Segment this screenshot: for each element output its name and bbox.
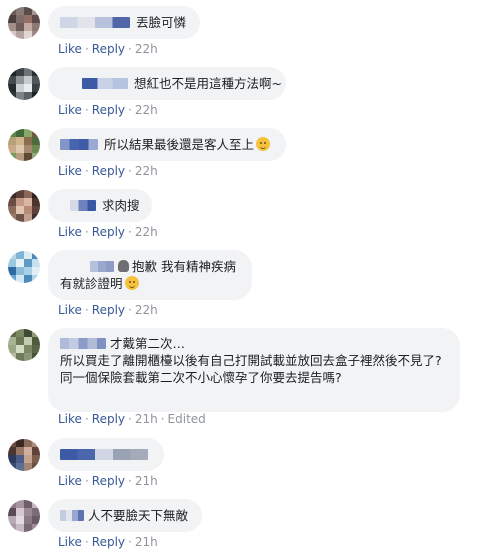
- separator: ·: [128, 164, 132, 178]
- comment-actions: Like · Reply · 21h · Edited: [58, 412, 206, 426]
- comment-bubble: 才戴第二次… 所以買走了離開櫃檯以後有自己打開試載並放回去盒子裡然後不見了? 同…: [48, 328, 460, 412]
- separator: ·: [84, 535, 89, 549]
- edited-label[interactable]: Edited: [168, 412, 206, 426]
- timestamp[interactable]: 22h: [135, 303, 158, 317]
- comment-text: 才戴第二次…: [110, 336, 186, 351]
- timestamp[interactable]: 22h: [135, 42, 158, 56]
- comment-actions: Like · Reply · 22h: [58, 164, 158, 178]
- avatar[interactable]: [8, 500, 40, 532]
- pensive-face-emoji: [256, 137, 271, 151]
- comment-line: 才戴第二次…: [60, 335, 448, 352]
- separator: ·: [84, 164, 89, 178]
- relieved-face-emoji: [124, 276, 139, 290]
- separator: ·: [128, 42, 132, 56]
- comment-text: 人不要臉天下無敵: [88, 508, 189, 523]
- comment-actions: Like · Reply · 22h: [58, 303, 158, 317]
- comment-actions: Like · Reply · 21h: [58, 474, 158, 488]
- comment-bubble: [48, 438, 164, 471]
- commenter-name-blurred[interactable]: [60, 510, 84, 521]
- commenter-name-blurred[interactable]: [90, 261, 114, 272]
- comment-text: 有就診證明: [60, 276, 123, 291]
- separator: ·: [84, 42, 89, 56]
- separator: ·: [128, 303, 132, 317]
- reply-link[interactable]: Reply: [92, 474, 125, 488]
- reply-link[interactable]: Reply: [92, 225, 125, 239]
- comment-bubble: 想紅也不是用這種方法啊~: [48, 67, 286, 100]
- timestamp[interactable]: 21h: [135, 474, 158, 488]
- separator: ·: [128, 225, 132, 239]
- comment-text: 求肉搜: [102, 198, 140, 213]
- timestamp[interactable]: 22h: [135, 225, 158, 239]
- comment-actions: Like · Reply · 22h: [58, 103, 158, 117]
- like-link[interactable]: Like: [58, 412, 82, 426]
- avatar[interactable]: [8, 7, 40, 39]
- separator: ·: [84, 303, 89, 317]
- commenter-name-blurred[interactable]: [60, 139, 98, 150]
- timestamp[interactable]: 22h: [135, 164, 158, 178]
- commenter-name-blurred[interactable]: [70, 200, 96, 211]
- comment-text: 丟臉可憐: [136, 15, 187, 30]
- like-link[interactable]: Like: [58, 103, 82, 117]
- comment-line: 抱歉 我有精神疾病: [60, 258, 240, 275]
- comment-actions: Like · Reply · 22h: [58, 225, 158, 239]
- separator: ·: [128, 474, 132, 488]
- timestamp[interactable]: 22h: [135, 103, 158, 117]
- comment-actions: Like · Reply · 21h: [58, 535, 158, 549]
- separator: ·: [84, 412, 89, 426]
- separator: ·: [160, 412, 165, 426]
- separator: ·: [128, 103, 132, 117]
- like-link[interactable]: Like: [58, 535, 82, 549]
- avatar[interactable]: [8, 439, 40, 471]
- commenter-name-blurred[interactable]: [82, 78, 128, 89]
- comment-line: 有就診證明: [60, 275, 240, 292]
- separator: ·: [128, 412, 132, 426]
- comment-text: 想紅也不是用這種方法啊~: [134, 76, 282, 91]
- raised-hand-icon: [118, 260, 129, 272]
- avatar[interactable]: [8, 68, 40, 100]
- avatar[interactable]: [8, 251, 40, 283]
- comment-text: 所以結果最後還是客人至上: [104, 137, 255, 152]
- reply-link[interactable]: Reply: [92, 535, 125, 549]
- comment-actions: Like · Reply · 22h: [58, 42, 158, 56]
- like-link[interactable]: Like: [58, 303, 82, 317]
- comment-bubble: 求肉搜: [48, 189, 152, 222]
- commenter-name-blurred[interactable]: [60, 17, 130, 28]
- like-link[interactable]: Like: [58, 474, 82, 488]
- reply-link[interactable]: Reply: [92, 103, 125, 117]
- separator: ·: [84, 225, 89, 239]
- comment-text: 所以買走了離開櫃檯以後有自己打開試載並放回去盒子裡然後不見了?: [60, 353, 442, 368]
- like-link[interactable]: Like: [58, 42, 82, 56]
- timestamp[interactable]: 21h: [135, 535, 158, 549]
- separator: ·: [84, 474, 89, 488]
- comment-bubble: 丟臉可憐: [48, 6, 200, 39]
- reply-link[interactable]: Reply: [92, 303, 125, 317]
- reply-link[interactable]: Reply: [92, 42, 125, 56]
- commenter-name-blurred[interactable]: [60, 449, 148, 460]
- comment-bubble: 人不要臉天下無敵: [48, 499, 202, 532]
- separator: ·: [128, 535, 132, 549]
- comment-text: 同一個保險套載第二次不小心懷孕了你要去提告嗎?: [60, 370, 342, 385]
- avatar[interactable]: [8, 129, 40, 161]
- avatar[interactable]: [8, 190, 40, 222]
- timestamp[interactable]: 21h: [135, 412, 158, 426]
- avatar[interactable]: [8, 329, 40, 361]
- reply-link[interactable]: Reply: [92, 164, 125, 178]
- commenter-name-blurred[interactable]: [60, 338, 106, 349]
- comment-text: 抱歉 我有精神疾病: [132, 259, 236, 274]
- comment-bubble: 所以結果最後還是客人至上: [48, 128, 286, 161]
- like-link[interactable]: Like: [58, 225, 82, 239]
- separator: ·: [84, 103, 89, 117]
- like-link[interactable]: Like: [58, 164, 82, 178]
- reply-link[interactable]: Reply: [92, 412, 125, 426]
- comment-bubble: 抱歉 我有精神疾病 有就診證明: [48, 250, 252, 300]
